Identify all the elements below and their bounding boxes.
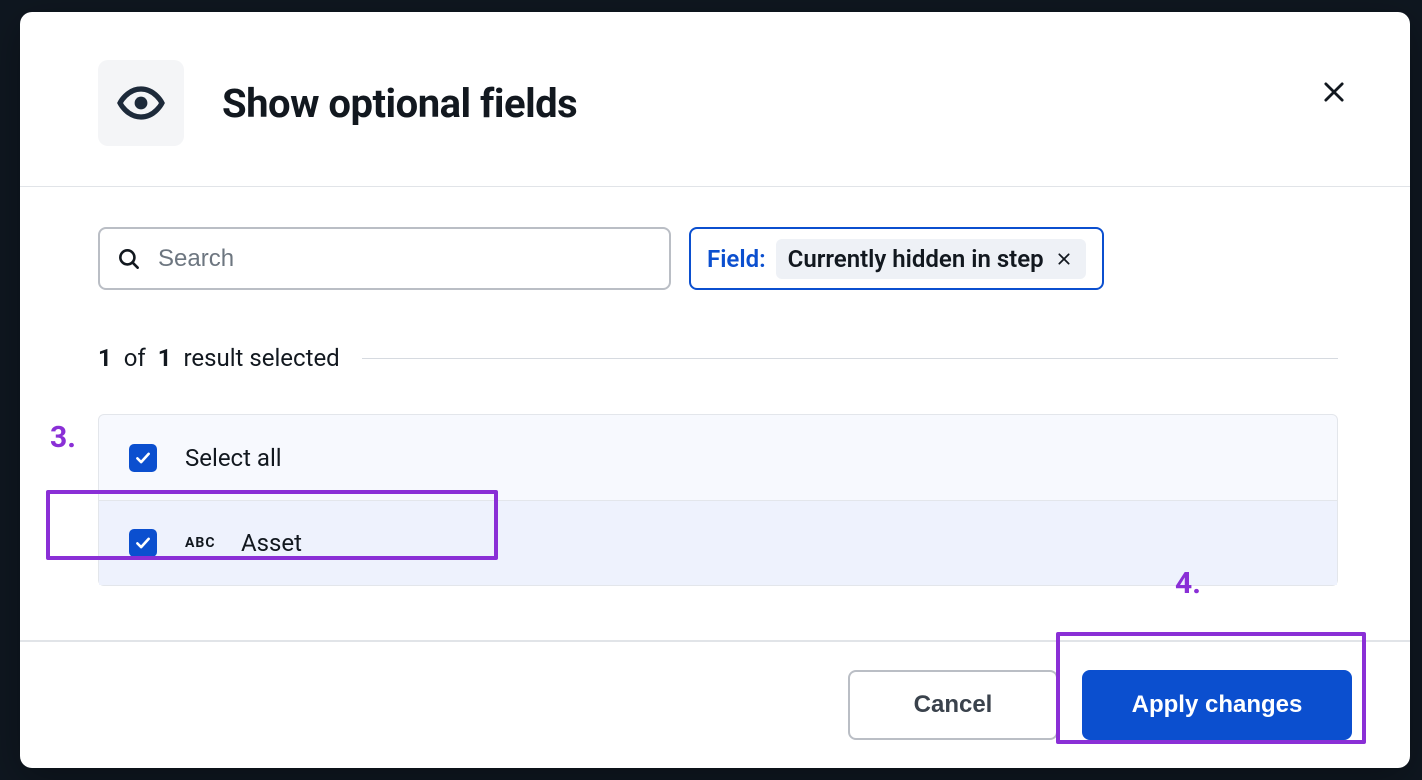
select-all-checkbox[interactable] (129, 444, 157, 472)
results-summary: 1 of 1 result selected (98, 344, 1338, 372)
modal-footer: Cancel Apply changes (20, 640, 1410, 768)
results-total: 1 (158, 344, 172, 372)
x-icon (1056, 251, 1072, 267)
item-name: Asset (241, 529, 302, 557)
list-item[interactable]: ABC Asset (99, 500, 1337, 585)
modal-body: Field: Currently hidden in step 1 of 1 r… (20, 187, 1410, 640)
field-filter-chip[interactable]: Field: Currently hidden in step (689, 227, 1104, 290)
filter-label: Field: (707, 245, 766, 273)
modal-header: Show optional fields (20, 12, 1410, 187)
fields-list: Select all ABC Asset (98, 414, 1338, 586)
results-selected: 1 (98, 344, 112, 372)
filter-value: Currently hidden in step (776, 239, 1086, 279)
controls-row: Field: Currently hidden in step (98, 227, 1338, 290)
show-optional-fields-modal: Show optional fields Field: Currently hi… (20, 12, 1410, 768)
results-of: of (124, 344, 146, 372)
divider (362, 358, 1338, 359)
eye-icon-container (98, 60, 184, 146)
apply-changes-button[interactable]: Apply changes (1082, 670, 1352, 740)
close-icon (1320, 78, 1348, 106)
abc-type-icon: ABC (185, 535, 225, 551)
filter-remove-button[interactable] (1054, 249, 1074, 269)
close-button[interactable] (1314, 72, 1354, 112)
filter-value-text: Currently hidden in step (788, 245, 1044, 273)
select-all-label: Select all (185, 444, 282, 472)
cancel-button[interactable]: Cancel (848, 670, 1058, 740)
search-input[interactable] (98, 227, 671, 290)
modal-title: Show optional fields (222, 80, 577, 127)
search-icon (116, 246, 142, 272)
select-all-row[interactable]: Select all (99, 415, 1337, 500)
results-suffix: result selected (183, 344, 339, 372)
item-checkbox[interactable] (129, 529, 157, 557)
check-icon (134, 534, 152, 552)
check-icon (134, 449, 152, 467)
search-wrap (98, 227, 671, 290)
eye-icon (117, 79, 165, 127)
